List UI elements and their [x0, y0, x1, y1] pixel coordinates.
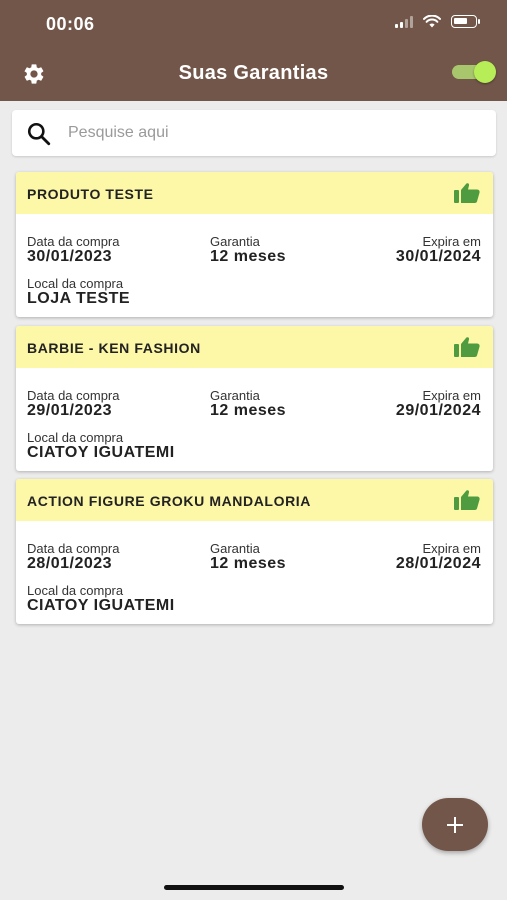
- page-title: Suas Garantias: [178, 62, 329, 84]
- card-header: BARBIE - KEN FASHION: [16, 326, 493, 368]
- app-bar: 00:06 Suas Garantias: [0, 0, 507, 101]
- home-indicator: [164, 885, 344, 890]
- store-label: Local da compra: [27, 430, 124, 445]
- warranty-card[interactable]: PRODUTO TESTE Data da compra 30/01/2023 …: [16, 172, 493, 317]
- purchase-date-value: 28/01/2023: [27, 555, 113, 572]
- store-value: CIATOY IGUATEMI: [27, 597, 175, 614]
- store-label: Local da compra: [27, 583, 124, 598]
- search-bar: [12, 110, 496, 156]
- expires-value: 30/01/2024: [395, 248, 481, 265]
- product-name: PRODUTO TESTE: [27, 186, 154, 202]
- store-label: Local da compra: [27, 276, 124, 291]
- warranty-value: 12 meses: [210, 248, 287, 265]
- purchase-date-value: 29/01/2023: [27, 402, 113, 419]
- wifi-icon: [423, 15, 441, 28]
- warranty-value: 12 meses: [210, 402, 287, 419]
- warranty-label: Garantia: [210, 388, 260, 403]
- filter-toggle[interactable]: [452, 60, 496, 83]
- card-header: PRODUTO TESTE: [16, 172, 493, 214]
- warranty-card[interactable]: BARBIE - KEN FASHION Data da compra 29/0…: [16, 326, 493, 471]
- expires-value: 28/01/2024: [395, 555, 481, 572]
- thumbs-up-icon: [454, 490, 480, 510]
- status-time: 00:06: [46, 14, 95, 34]
- add-warranty-button[interactable]: [422, 798, 488, 851]
- battery-icon: [451, 15, 480, 28]
- product-name: BARBIE - KEN FASHION: [27, 340, 201, 356]
- toggle-knob: [474, 61, 496, 83]
- expires-value: 29/01/2024: [395, 402, 481, 419]
- thumbs-up-icon: [454, 183, 480, 203]
- card-header: ACTION FIGURE GROKU MANDALORIA: [16, 479, 493, 521]
- purchase-date-label: Data da compra: [27, 234, 120, 249]
- purchase-date-label: Data da compra: [27, 541, 120, 556]
- purchase-date-label: Data da compra: [27, 388, 120, 403]
- warranty-card[interactable]: ACTION FIGURE GROKU MANDALORIA Data da c…: [16, 479, 493, 624]
- product-name: ACTION FIGURE GROKU MANDALORIA: [27, 493, 311, 509]
- store-value: LOJA TESTE: [27, 290, 131, 307]
- expires-label: Expira em: [422, 234, 481, 249]
- search-icon: [27, 122, 51, 146]
- warranty-label: Garantia: [210, 234, 260, 249]
- expires-label: Expira em: [422, 388, 481, 403]
- thumbs-up-icon: [454, 337, 480, 357]
- warranty-value: 12 meses: [210, 555, 287, 572]
- signal-icon: [395, 15, 413, 28]
- warranty-label: Garantia: [210, 541, 260, 556]
- status-icons: [395, 15, 480, 28]
- store-value: CIATOY IGUATEMI: [27, 444, 175, 461]
- purchase-date-value: 30/01/2023: [27, 248, 113, 265]
- expires-label: Expira em: [422, 541, 481, 556]
- search-input[interactable]: [68, 110, 478, 156]
